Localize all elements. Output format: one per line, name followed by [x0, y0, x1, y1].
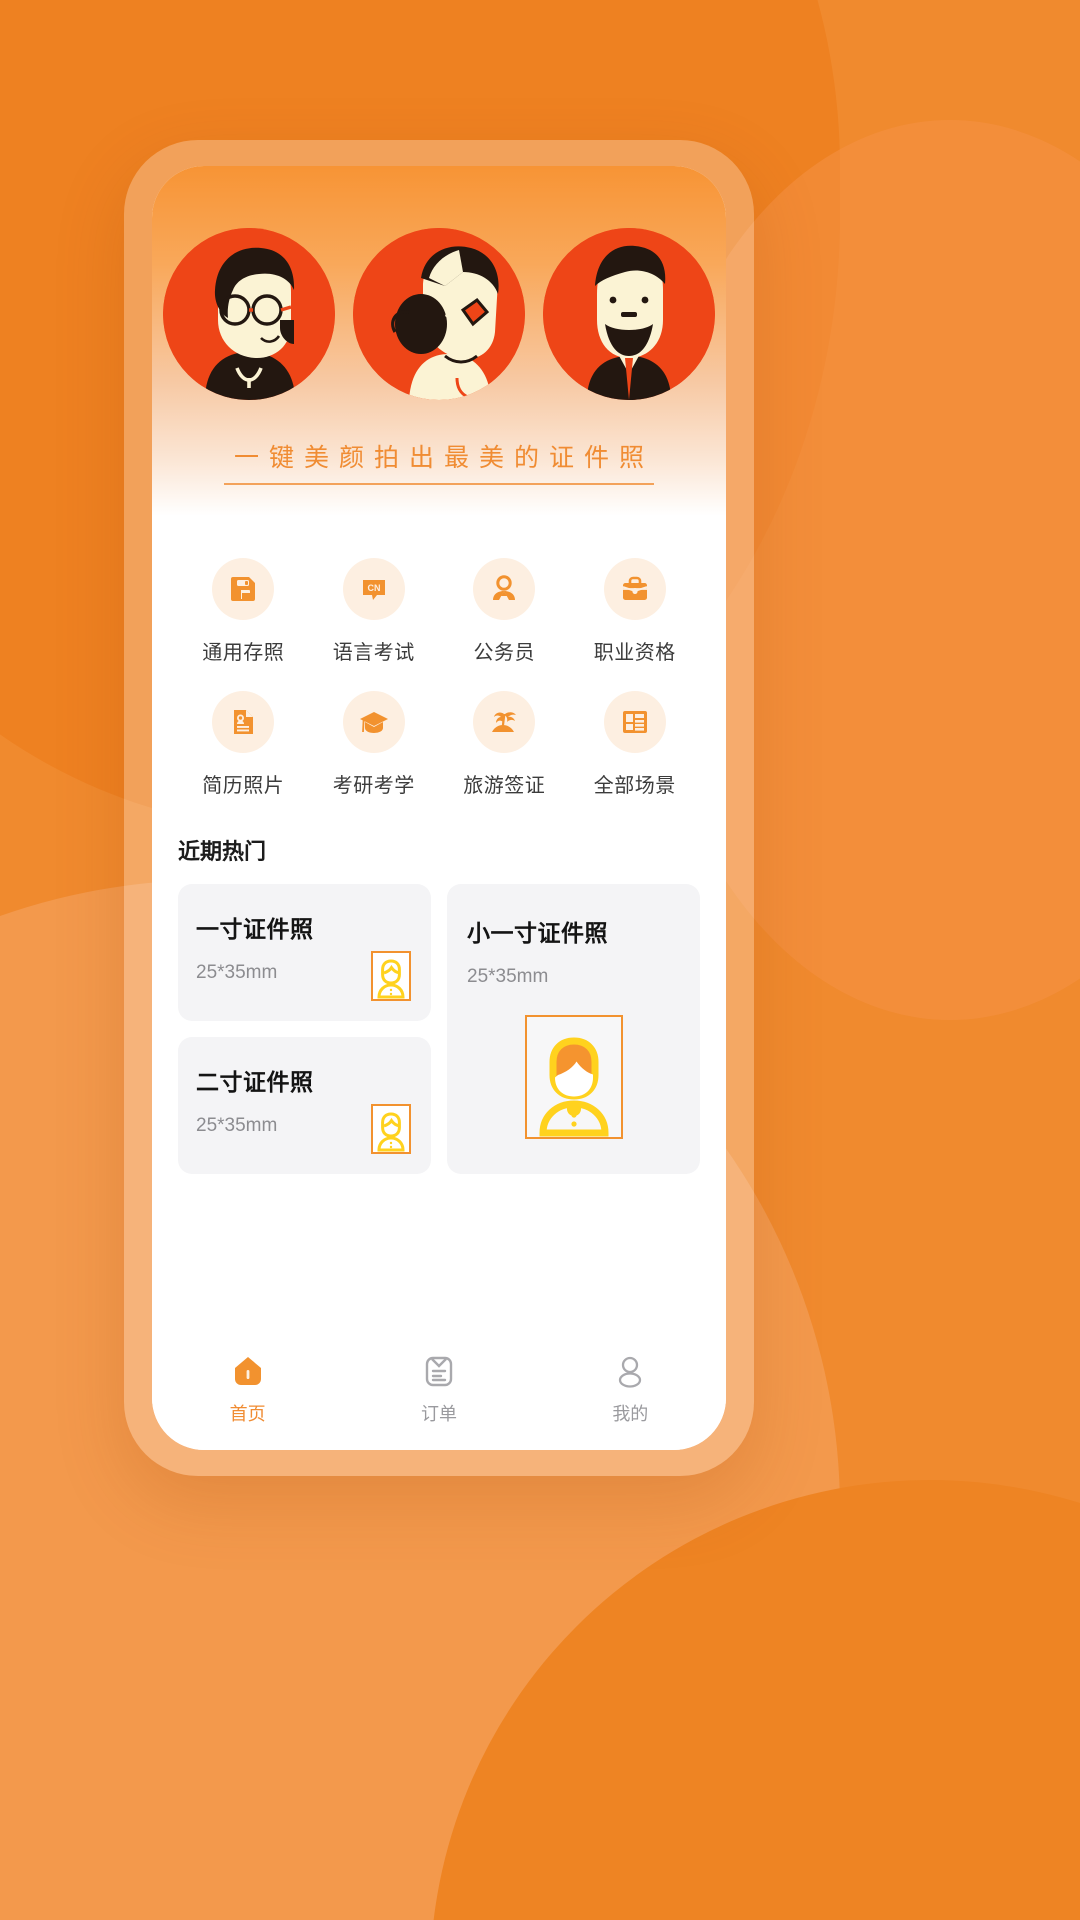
- category-label: 考研考学: [332, 775, 415, 797]
- resume-document-icon: [212, 691, 275, 753]
- home-icon: [231, 1352, 265, 1390]
- person-badge-icon: [473, 558, 536, 620]
- woman-with-bun-avatar: [353, 228, 525, 400]
- category-label: 简历照片: [202, 775, 285, 797]
- id-photo-thumb: [371, 1104, 411, 1154]
- category-label: 通用存照: [202, 642, 285, 664]
- category-item-all-scenes[interactable]: 全部场景: [570, 691, 701, 798]
- palm-tree-island-icon: [473, 691, 536, 753]
- hero-avatar-row: [152, 228, 726, 400]
- floppy-disk-icon: [212, 558, 275, 620]
- category-item-general-photo[interactable]: 通用存照: [178, 558, 309, 665]
- category-label: 公务员: [473, 642, 535, 664]
- category-item-resume-photo[interactable]: 简历照片: [178, 691, 309, 798]
- hot-card-one-inch[interactable]: 一寸证件照 25*35mm: [178, 884, 431, 1021]
- category-item-civil-servant[interactable]: 公务员: [439, 558, 570, 665]
- hot-card-small-one-inch[interactable]: 小一寸证件照 25*35mm: [447, 884, 700, 1174]
- id-photo-thumb: [371, 951, 411, 1001]
- tab-label: 订单: [420, 1404, 457, 1424]
- hot-section: 近期热门 一寸证件照 25*35mm 二寸证件照 25*35mm 小一寸证件照 …: [152, 804, 726, 1338]
- category-item-professional-qualification[interactable]: 职业资格: [570, 558, 701, 665]
- category-grid: 通用存照 CN 语言考试 公务员 职业资格 简历照片 考研考学 旅游签证 全部场…: [152, 516, 726, 804]
- hero-banner: 一键美颜拍出最美的证件照: [152, 166, 726, 516]
- graduation-cap-icon: [342, 691, 405, 753]
- bottom-tab-bar: 首页 订单 我的: [152, 1338, 726, 1450]
- category-item-language-exam[interactable]: CN 语言考试: [309, 558, 440, 665]
- phone-screen: 一键美颜拍出最美的证件照 通用存照 CN 语言考试 公务员 职业资格 简历照片 …: [152, 166, 726, 1450]
- category-item-travel-visa[interactable]: 旅游签证: [439, 691, 570, 798]
- briefcase-icon: [603, 558, 666, 620]
- hot-cards-grid: 一寸证件照 25*35mm 二寸证件照 25*35mm 小一寸证件照 25*35…: [178, 884, 700, 1174]
- tab-orders[interactable]: 订单: [343, 1352, 534, 1426]
- tab-label: 首页: [229, 1404, 266, 1424]
- category-label: 旅游签证: [463, 775, 546, 797]
- bearded-man-avatar: [543, 228, 715, 400]
- user-profile-icon: [613, 1352, 647, 1390]
- hero-tagline: 一键美颜拍出最美的证件照: [223, 438, 654, 485]
- tab-home[interactable]: 首页: [152, 1352, 343, 1426]
- svg-text:CN: CN: [367, 583, 380, 593]
- card-title: 小一寸证件照: [467, 920, 608, 946]
- card-title: 一寸证件照: [196, 916, 314, 942]
- tab-profile[interactable]: 我的: [535, 1352, 726, 1426]
- id-photo-thumb-large: [467, 988, 680, 1174]
- hot-card-two-inch[interactable]: 二寸证件照 25*35mm: [178, 1037, 431, 1174]
- card-size-label: 25*35mm: [467, 966, 549, 987]
- card-title: 二寸证件照: [196, 1069, 314, 1095]
- orders-clipboard-icon: [422, 1352, 456, 1390]
- hero-tagline-wrap: 一键美颜拍出最美的证件照: [152, 438, 726, 485]
- category-label: 全部场景: [593, 775, 676, 797]
- category-item-postgraduate-exam[interactable]: 考研考学: [309, 691, 440, 798]
- category-label: 语言考试: [332, 642, 415, 664]
- category-label: 职业资格: [593, 642, 676, 664]
- tab-label: 我的: [612, 1404, 649, 1424]
- woman-with-glasses-avatar: [163, 228, 335, 400]
- grid-layout-icon: [603, 691, 666, 753]
- hot-section-title: 近期热门: [178, 839, 267, 864]
- cn-speech-bubble-icon: CN: [342, 558, 405, 620]
- hot-cards-left-column: 一寸证件照 25*35mm 二寸证件照 25*35mm: [178, 884, 431, 1174]
